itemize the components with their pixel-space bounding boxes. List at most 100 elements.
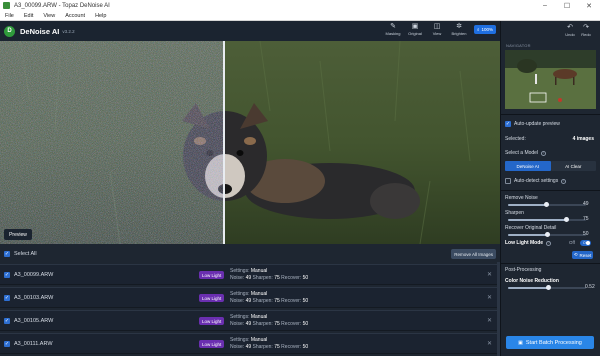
auto-detect-row[interactable]: Auto-detect settings i [505, 178, 596, 184]
recover-value: 50 [302, 344, 309, 350]
remove-image-icon[interactable]: ✕ [487, 294, 492, 301]
noise-label: Noise: [230, 344, 245, 350]
remove-image-icon[interactable]: ✕ [487, 340, 492, 347]
sharpen-label: Sharpen: [252, 321, 273, 327]
reset-button[interactable]: ⟲ Reset [572, 251, 593, 259]
settings-value: Manual [250, 291, 268, 297]
comparison-divider[interactable] [223, 41, 225, 244]
slider-handle[interactable] [545, 232, 550, 237]
settings-value: Manual [250, 337, 268, 343]
panel-divider [500, 114, 600, 115]
sharpen-slider[interactable] [508, 217, 586, 222]
post-processing-label: Post-Processing [505, 267, 542, 273]
zoom-button[interactable]: ⌕ 100% [474, 25, 496, 34]
image-checkbox[interactable]: ✓ [4, 317, 10, 324]
image-settings: Settings: Manual Noise: 49 Sharpen: 75 R… [230, 291, 308, 305]
slider-fill [508, 204, 546, 206]
list-item[interactable]: ✓ A3_00103.ARW Low Light Settings: Manua… [0, 287, 500, 308]
selected-count: 4 images [572, 136, 594, 142]
undo-icon: ↶ [567, 24, 573, 31]
model-denoise-ai-button[interactable]: DeNoise AI [505, 161, 551, 171]
auto-update-label: Auto-update preview [514, 121, 560, 127]
recover-slider[interactable] [508, 232, 586, 237]
remove-all-images-button[interactable]: Remove All Images [451, 249, 496, 259]
maximize-button[interactable]: ☐ [556, 0, 578, 11]
noise-value: 49 [245, 344, 252, 350]
select-all-checkbox[interactable]: ✓ [4, 251, 10, 257]
low-light-badge: Low Light [199, 294, 225, 302]
image-viewer[interactable]: Preview [0, 41, 500, 244]
recover-label: Recover: [281, 344, 302, 350]
history-controls: ↶ Undo ↷ Redo [562, 24, 594, 37]
image-checkbox[interactable]: ✓ [4, 340, 10, 347]
remove-noise-slider[interactable] [508, 202, 586, 207]
menu-help[interactable]: Help [95, 13, 106, 19]
brighten-tool[interactable]: ✲ Brighten [448, 23, 470, 36]
model-ai-clear-button[interactable]: AI Clear [550, 161, 596, 171]
noise-label: Noise: [230, 275, 245, 281]
app-icon [3, 2, 10, 9]
sharpen-label: Sharpen: [252, 275, 273, 281]
list-item[interactable]: ✓ A3_00099.ARW Low Light Settings: Manua… [0, 264, 500, 285]
settings-value: Manual [250, 268, 268, 274]
menu-view[interactable]: View [43, 13, 55, 19]
original-label: Original [408, 31, 422, 36]
low-light-badge: Low Light [199, 317, 225, 325]
masking-tool[interactable]: ✎ Masking [382, 23, 404, 36]
undo-label: Undo [565, 32, 575, 37]
preview-button[interactable]: Preview [4, 229, 32, 240]
start-batch-processing-button[interactable]: ▣ Start Batch Processing [506, 336, 594, 349]
minimize-button[interactable]: – [534, 0, 556, 11]
slider-handle[interactable] [546, 285, 551, 290]
remove-image-icon[interactable]: ✕ [487, 317, 492, 324]
low-light-off-label: Off [569, 240, 575, 245]
navigator-label: NAVIGATOR [506, 43, 531, 48]
image-list: ✓ A3_00099.ARW Low Light Settings: Manua… [0, 262, 500, 356]
menu-account[interactable]: Account [65, 13, 85, 19]
undo-button[interactable]: ↶ Undo [562, 24, 578, 37]
view-tool[interactable]: ◫ View [426, 23, 448, 36]
list-item[interactable]: ✓ A3_00111.ARW Low Light Settings: Manua… [0, 333, 500, 354]
image-filename: A3_00103.ARW [14, 294, 54, 301]
reset-icon: ⟲ [573, 252, 578, 257]
recover-label: Recover Original Detail [505, 225, 557, 231]
image-checkbox[interactable]: ✓ [4, 294, 10, 301]
sharpen-label: Sharpen: [252, 298, 273, 304]
menu-bar: File Edit View Account Help [0, 11, 600, 21]
panel-divider [500, 190, 600, 191]
image-checkbox[interactable]: ✓ [4, 271, 10, 278]
sharpen-label: Sharpen: [252, 344, 273, 350]
navigator-thumbnail[interactable] [505, 50, 596, 109]
auto-detect-checkbox[interactable] [505, 178, 511, 184]
list-item[interactable]: ✓ A3_00105.ARW Low Light Settings: Manua… [0, 310, 500, 331]
selected-label: Selected: [505, 136, 526, 142]
image-filename: A3_00111.ARW [14, 340, 53, 347]
menu-file[interactable]: File [5, 13, 14, 19]
recover-value: 50 [302, 298, 309, 304]
slider-handle[interactable] [544, 202, 549, 207]
remove-image-icon[interactable]: ✕ [487, 271, 492, 278]
window-titlebar: A3_00099.ARW - Topaz DeNoise AI – ☐ ✕ [0, 0, 600, 11]
settings-value: Manual [250, 314, 268, 320]
remove-noise-label: Remove Noise [505, 195, 538, 201]
menu-edit[interactable]: Edit [24, 13, 33, 19]
auto-update-checkbox[interactable]: ✓ [505, 121, 511, 127]
recover-value: 50 [583, 231, 589, 237]
auto-update-row[interactable]: ✓ Auto-update preview [505, 121, 596, 127]
auto-detect-label: Auto-detect settings [514, 178, 559, 184]
help-icon[interactable]: ? [546, 240, 552, 246]
slider-fill [508, 234, 547, 236]
close-window-button[interactable]: ✕ [578, 0, 600, 11]
image-settings: Settings: Manual Noise: 49 Sharpen: 75 R… [230, 268, 308, 282]
redo-button[interactable]: ↷ Redo [578, 24, 594, 37]
color-noise-row: Color Noise Reduction [505, 278, 596, 284]
noise-label: Noise: [230, 321, 245, 327]
noise-label: Noise: [230, 298, 245, 304]
original-tool[interactable]: ▣ Original [404, 23, 426, 36]
slider-fill [508, 287, 548, 289]
color-noise-slider[interactable] [508, 285, 586, 290]
slider-handle[interactable] [564, 217, 569, 222]
info-icon[interactable]: i [561, 178, 567, 184]
header-toolbar: D DeNoise AI v3.2.2 ✎ Masking ▣ Original… [0, 21, 500, 41]
info-icon[interactable]: i [541, 150, 547, 156]
